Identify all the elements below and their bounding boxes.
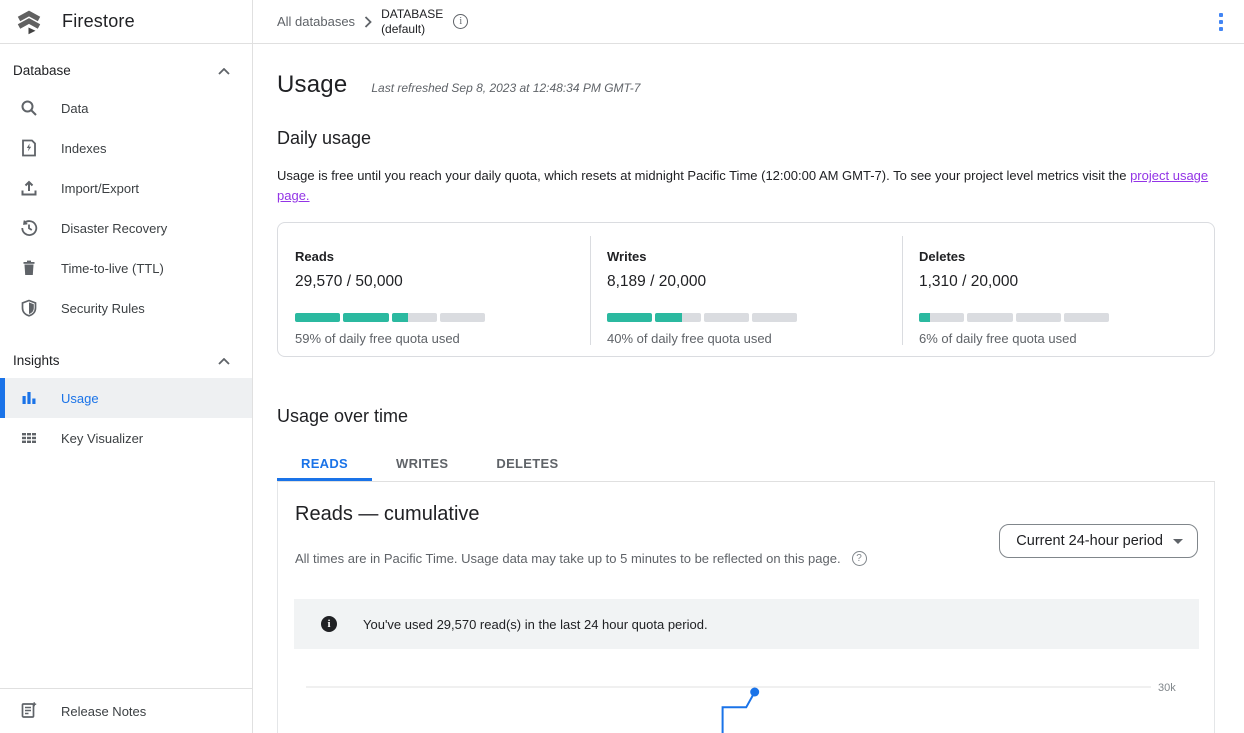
period-selector-label: Current 24-hour period	[1016, 533, 1163, 549]
chevron-up-icon	[218, 353, 230, 368]
deletes-label: Deletes	[919, 249, 1214, 264]
deletes-caption: 6% of daily free quota used	[919, 331, 1214, 346]
daily-quota-card: Reads 29,570 / 50,000 59% of daily free …	[277, 222, 1215, 357]
quota-bar-segment	[440, 313, 485, 322]
quota-bar-segment	[607, 313, 652, 322]
quota-bar-segment	[392, 313, 437, 322]
sidebar-item-import-export[interactable]: Import/Export	[0, 168, 252, 208]
sidebar-item-label: Security Rules	[61, 301, 145, 316]
chevron-up-icon	[218, 63, 230, 78]
sidebar-item-label: Usage	[61, 391, 99, 406]
shield-icon	[20, 299, 38, 317]
top-header: Firestore All databases DATABASE (defaul…	[0, 0, 1244, 44]
kebab-menu-icon[interactable]	[1208, 9, 1234, 35]
search-icon	[20, 99, 38, 117]
breadcrumb-all-databases[interactable]: All databases	[277, 14, 355, 29]
app-title: Firestore	[62, 11, 135, 32]
last-refreshed-text: Last refreshed Sep 8, 2023 at 12:48:34 P…	[371, 81, 640, 95]
bar-chart-icon	[20, 389, 38, 407]
tab-reads[interactable]: READS	[277, 448, 372, 481]
brand: Firestore	[0, 0, 253, 43]
usage-info-banner: i You've used 29,570 read(s) in the last…	[294, 599, 1199, 649]
period-selector-dropdown[interactable]: Current 24-hour period	[999, 524, 1198, 558]
quota-bar-segment	[1016, 313, 1061, 322]
writes-quota-column: Writes 8,189 / 20,000 40% of daily free …	[590, 223, 902, 356]
quota-bar-segment	[704, 313, 749, 322]
reads-value: 29,570 / 50,000	[295, 273, 590, 291]
trash-icon	[20, 259, 38, 277]
reads-caption: 59% of daily free quota used	[295, 331, 590, 346]
sidebar-item-label: Disaster Recovery	[61, 221, 167, 236]
page-title: Usage	[277, 71, 347, 99]
deletes-quota-progress-bar	[919, 313, 1109, 322]
sidebar-item-security-rules[interactable]: Security Rules	[0, 288, 252, 328]
usage-tabs: READS WRITES DELETES	[277, 448, 1215, 482]
panel-subtitle: All times are in Pacific Time. Usage dat…	[295, 551, 841, 566]
reads-series-line	[723, 692, 755, 733]
history-icon	[20, 219, 38, 237]
usage-over-time-heading: Usage over time	[277, 406, 1215, 427]
quota-bar-segment	[752, 313, 797, 322]
section-label-database: Database	[13, 63, 71, 78]
firestore-logo-icon	[15, 8, 43, 36]
chevron-right-icon	[364, 16, 372, 28]
grid-icon	[20, 429, 38, 447]
reads-line-chart: 30k	[278, 665, 1214, 733]
reads-label: Reads	[295, 249, 590, 264]
quota-bar-segment	[967, 313, 1012, 322]
sidebar-item-label: Import/Export	[61, 181, 139, 196]
reads-quota-column: Reads 29,570 / 50,000 59% of daily free …	[278, 223, 590, 356]
quota-bar-segment	[295, 313, 340, 322]
writes-value: 8,189 / 20,000	[607, 273, 902, 291]
upload-icon	[20, 179, 38, 197]
chevron-down-icon	[1173, 539, 1183, 544]
writes-label: Writes	[607, 249, 902, 264]
sidebar-item-ttl[interactable]: Time-to-live (TTL)	[0, 248, 252, 288]
writes-quota-progress-bar	[607, 313, 797, 322]
y-axis-label-30k: 30k	[1158, 682, 1176, 694]
daily-usage-heading: Daily usage	[277, 128, 1215, 149]
database-id: (default)	[381, 22, 443, 37]
sidebar-item-label: Time-to-live (TTL)	[61, 261, 164, 276]
panel-title: Reads — cumulative	[278, 482, 1214, 526]
database-label: DATABASE	[381, 7, 443, 22]
sidebar-item-label: Indexes	[61, 141, 107, 156]
breadcrumb: All databases DATABASE (default) i	[253, 0, 1244, 43]
section-label-insights: Insights	[13, 353, 60, 368]
banner-text: You've used 29,570 read(s) in the last 2…	[363, 617, 708, 632]
reads-cumulative-panel: Reads — cumulative All times are in Paci…	[277, 482, 1215, 733]
release-notes-label: Release Notes	[61, 704, 146, 719]
sidebar: Database Data Indexes Import/Export Disa…	[0, 44, 253, 733]
description-text: Usage is free until you reach your daily…	[277, 168, 1130, 183]
quota-bar-segment	[1064, 313, 1109, 322]
reads-quota-progress-bar	[295, 313, 485, 322]
sidebar-item-data[interactable]: Data	[0, 88, 252, 128]
tab-writes[interactable]: WRITES	[372, 448, 472, 481]
sidebar-section-insights[interactable]: Insights	[0, 334, 252, 378]
sidebar-item-indexes[interactable]: Indexes	[0, 128, 252, 168]
quota-bar-segment	[343, 313, 388, 322]
tab-deletes[interactable]: DELETES	[472, 448, 582, 481]
main-content: Usage Last refreshed Sep 8, 2023 at 12:4…	[253, 44, 1244, 733]
series-end-dot	[750, 688, 759, 697]
deletes-quota-column: Deletes 1,310 / 20,000 6% of daily free …	[902, 223, 1214, 356]
sidebar-item-label: Key Visualizer	[61, 431, 143, 446]
sidebar-item-release-notes[interactable]: Release Notes	[0, 688, 252, 733]
sidebar-item-label: Data	[61, 101, 88, 116]
sidebar-item-key-visualizer[interactable]: Key Visualizer	[0, 418, 252, 458]
deletes-value: 1,310 / 20,000	[919, 273, 1214, 291]
document-bolt-icon	[20, 139, 38, 157]
sidebar-item-usage[interactable]: Usage	[0, 378, 252, 418]
database-info-icon[interactable]: i	[453, 14, 468, 29]
sidebar-section-database[interactable]: Database	[0, 44, 252, 88]
release-notes-icon	[20, 701, 38, 722]
breadcrumb-current-database: DATABASE (default)	[381, 7, 443, 37]
quota-bar-segment	[655, 313, 700, 322]
daily-usage-description: Usage is free until you reach your daily…	[277, 166, 1215, 206]
info-icon: i	[321, 616, 337, 632]
quota-bar-segment	[919, 313, 964, 322]
sidebar-item-disaster-recovery[interactable]: Disaster Recovery	[0, 208, 252, 248]
help-icon[interactable]: ?	[852, 551, 867, 566]
writes-caption: 40% of daily free quota used	[607, 331, 902, 346]
